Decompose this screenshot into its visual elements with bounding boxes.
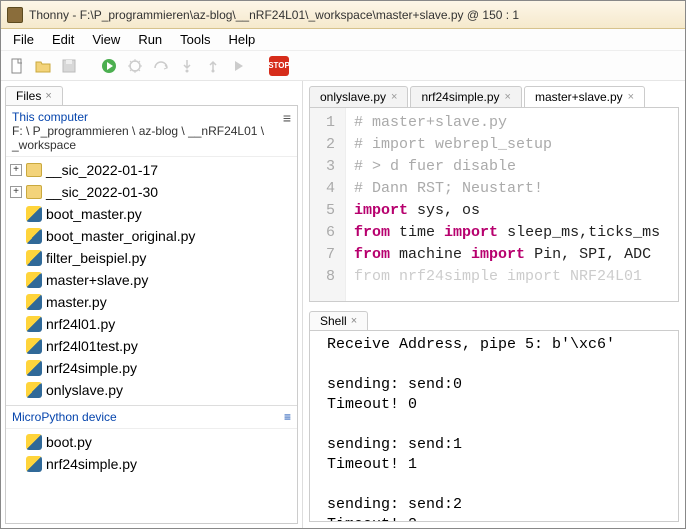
files-path: F: \ P_programmieren \ az-blog \ __nRF24… (12, 124, 283, 152)
folder-row[interactable]: + __sic_2022-01-30 (6, 181, 297, 203)
app-icon (7, 7, 23, 23)
editor-tab[interactable]: master+slave.py × (524, 86, 645, 107)
shell-tab[interactable]: Shell × (309, 311, 368, 330)
file-row[interactable]: nrf24l01.py (6, 313, 297, 335)
file-tree: + __sic_2022-01-17 + __sic_2022-01-30 boot_m… (6, 157, 297, 403)
tree-item-label: __sic_2022-01-30 (46, 184, 158, 200)
editor-tab[interactable]: nrf24simple.py × (410, 86, 521, 107)
file-row[interactable]: nrf24l01test.py (6, 335, 297, 357)
menu-edit[interactable]: Edit (44, 30, 82, 49)
file-row[interactable]: nrf24simple.py (6, 357, 297, 379)
close-icon[interactable]: × (351, 315, 357, 327)
editor-tab-label: master+slave.py (535, 90, 623, 104)
files-location-link[interactable]: This computer (12, 110, 283, 124)
file-row[interactable]: boot_master.py (6, 203, 297, 225)
python-file-icon (26, 338, 42, 354)
run-button[interactable] (99, 56, 119, 76)
titlebar: Thonny - F:\P_programmieren\az-blog\__nR… (1, 1, 685, 29)
files-panel: This computer F: \ P_programmieren \ az-… (5, 105, 298, 524)
editor-tab[interactable]: onlyslave.py × (309, 86, 408, 107)
menu-help[interactable]: Help (221, 30, 264, 49)
folder-icon (26, 163, 42, 177)
python-file-icon (26, 360, 42, 376)
menu-tools[interactable]: Tools (172, 30, 218, 49)
step-over-button[interactable] (151, 56, 171, 76)
debug-button[interactable] (125, 56, 145, 76)
menu-run[interactable]: Run (130, 30, 170, 49)
hamburger-icon[interactable]: ≡ (283, 110, 291, 126)
folder-row[interactable]: + __sic_2022-01-17 (6, 159, 297, 181)
python-file-icon (26, 382, 42, 398)
menubar: FileEditViewRunToolsHelp (1, 29, 685, 51)
files-tab[interactable]: Files × (5, 86, 63, 105)
python-file-icon (26, 316, 42, 332)
tree-item-label: boot_master.py (46, 206, 142, 222)
device-file-tree: boot.py nrf24simple.py (6, 429, 297, 477)
device-location-link[interactable]: MicroPython device (12, 410, 117, 424)
hamburger-icon[interactable]: ≡ (284, 410, 291, 424)
tree-item-label: master.py (46, 294, 107, 310)
python-file-icon (26, 228, 42, 244)
tree-item-label: nrf24l01test.py (46, 338, 138, 354)
tree-item-label: boot_master_original.py (46, 228, 195, 244)
editor-tab-label: nrf24simple.py (421, 90, 499, 104)
tree-item-label: nrf24simple.py (46, 360, 137, 376)
toolbar: STOP (1, 51, 685, 81)
folder-icon (26, 185, 42, 199)
shell-output[interactable]: Receive Address, pipe 5: b'\xc6' sending… (309, 330, 679, 522)
stop-button[interactable]: STOP (269, 56, 289, 76)
tree-item-label: nrf24l01.py (46, 316, 115, 332)
file-row[interactable]: nrf24simple.py (6, 453, 297, 475)
editor-tab-label: onlyslave.py (320, 90, 386, 104)
tree-item-label: boot.py (46, 434, 92, 450)
tree-item-label: nrf24simple.py (46, 456, 137, 472)
menu-view[interactable]: View (84, 30, 128, 49)
python-file-icon (26, 456, 42, 472)
python-file-icon (26, 434, 42, 450)
close-icon[interactable]: × (45, 90, 51, 102)
close-icon[interactable]: × (391, 91, 397, 103)
step-out-button[interactable] (203, 56, 223, 76)
tree-item-label: __sic_2022-01-17 (46, 162, 158, 178)
window-title: Thonny - F:\P_programmieren\az-blog\__nR… (29, 8, 519, 22)
new-file-button[interactable] (7, 56, 27, 76)
file-row[interactable]: onlyslave.py (6, 379, 297, 401)
shell-tab-label: Shell (320, 314, 347, 328)
close-icon[interactable]: × (628, 91, 634, 103)
python-file-icon (26, 250, 42, 266)
editor-tabstrip: onlyslave.py×nrf24simple.py×master+slave… (303, 81, 685, 107)
menu-file[interactable]: File (5, 30, 42, 49)
file-row[interactable]: master.py (6, 291, 297, 313)
expand-icon[interactable]: + (10, 164, 22, 176)
python-file-icon (26, 294, 42, 310)
tree-item-label: master+slave.py (46, 272, 148, 288)
close-icon[interactable]: × (505, 91, 511, 103)
resume-button[interactable] (229, 56, 249, 76)
python-file-icon (26, 272, 42, 288)
tree-item-label: onlyslave.py (46, 382, 123, 398)
step-into-button[interactable] (177, 56, 197, 76)
files-tab-label: Files (16, 89, 41, 103)
open-file-button[interactable] (33, 56, 53, 76)
file-row[interactable]: filter_beispiel.py (6, 247, 297, 269)
file-row[interactable]: boot_master_original.py (6, 225, 297, 247)
file-row[interactable]: master+slave.py (6, 269, 297, 291)
code-editor[interactable]: 12345678 # master+slave.py# import webre… (309, 107, 679, 302)
python-file-icon (26, 206, 42, 222)
save-button[interactable] (59, 56, 79, 76)
tree-item-label: filter_beispiel.py (46, 250, 146, 266)
file-row[interactable]: boot.py (6, 431, 297, 453)
expand-icon[interactable]: + (10, 186, 22, 198)
